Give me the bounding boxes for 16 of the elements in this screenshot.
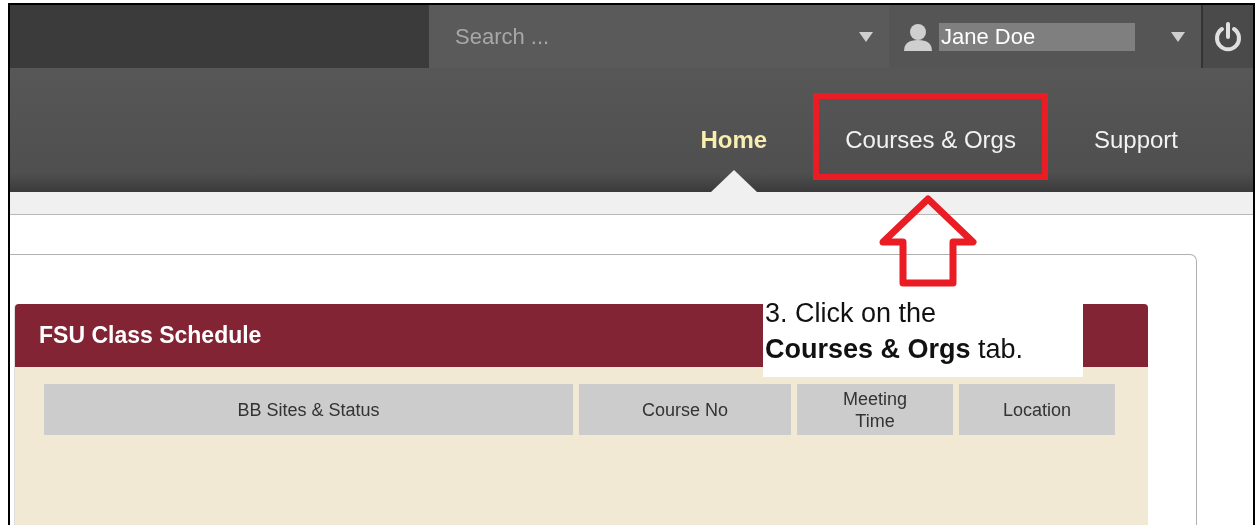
search-field[interactable]: Search ... — [453, 22, 859, 51]
column-header: Course No — [579, 384, 791, 435]
user-name[interactable]: Jane Doe — [939, 22, 1135, 51]
nav-tab[interactable]: Support — [1061, 93, 1210, 180]
power-icon — [1214, 21, 1242, 52]
caret-icon — [1171, 31, 1185, 42]
caret-icon — [859, 31, 873, 42]
column-header: Location — [959, 384, 1115, 435]
power-button[interactable] — [1201, 5, 1253, 68]
user-icon — [903, 22, 933, 51]
nav-tab[interactable]: Courses & Orgs — [813, 93, 1048, 180]
nav-tab[interactable]: Home — [668, 93, 800, 180]
column-header: Meeting Time — [797, 384, 953, 435]
arrow-icon — [878, 195, 978, 289]
column-header: BB Sites & Status — [44, 384, 573, 435]
search-bar[interactable]: Search ... — [429, 5, 889, 68]
